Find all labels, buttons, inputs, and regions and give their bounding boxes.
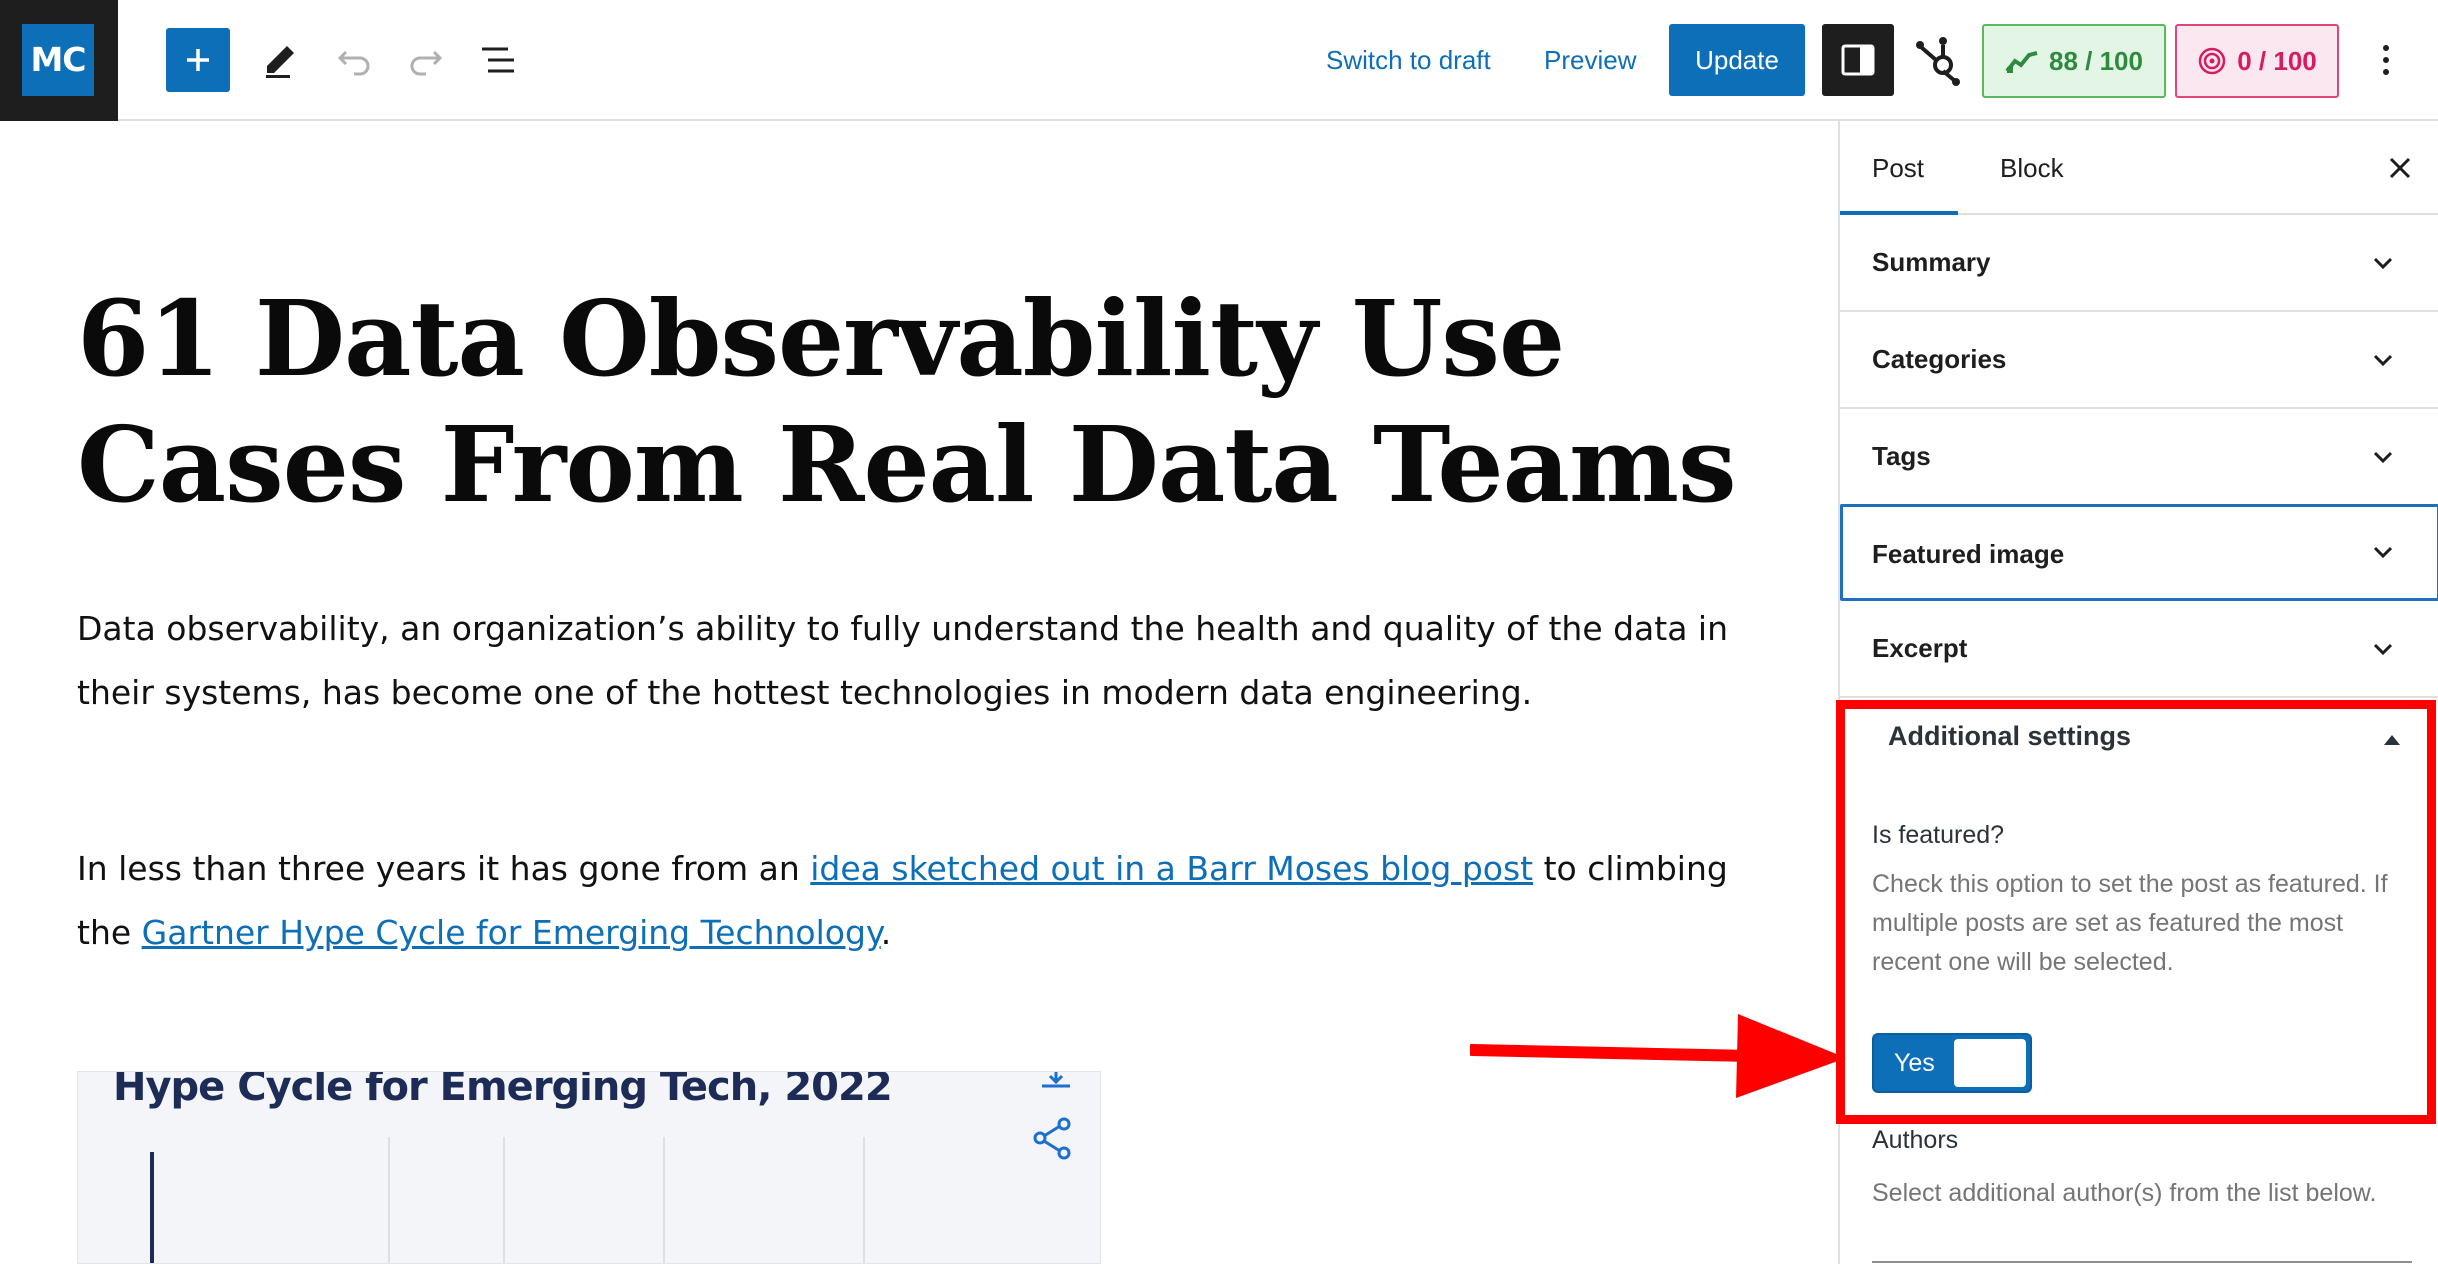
seo-score-value: 88 / 100 <box>2049 45 2143 76</box>
panel-tags[interactable]: Tags <box>1840 409 2438 506</box>
undo-icon <box>337 50 370 76</box>
chevron-down-icon <box>2373 257 2393 270</box>
fingerprint-icon <box>2198 47 2226 75</box>
panel-label: Excerpt <box>1872 633 1968 663</box>
panel-featured-image[interactable]: Featured image <box>1840 504 2438 601</box>
download-icon[interactable] <box>1036 1071 1076 1108</box>
close-sidebar-button[interactable] <box>2380 148 2420 188</box>
list-view-icon <box>482 47 514 73</box>
gridline <box>863 1137 865 1263</box>
logo-text: MC <box>22 24 94 96</box>
site-logo[interactable]: MC <box>0 0 118 121</box>
annotation-arrow-icon <box>1470 1014 1846 1098</box>
gridline <box>663 1137 665 1263</box>
chevron-down-icon <box>2373 546 2393 559</box>
add-block-button[interactable] <box>166 28 230 92</box>
paragraph-block[interactable]: Data observability, an organization’s ab… <box>77 597 1777 725</box>
paragraph-block[interactable]: In less than three years it has gone fro… <box>77 837 1777 965</box>
annotation-highlight-box <box>1836 700 2436 1124</box>
close-icon <box>2389 157 2411 179</box>
plus-icon <box>187 49 209 71</box>
authors-label: Authors <box>1872 1126 1959 1154</box>
panel-label: Featured image <box>1872 539 2065 569</box>
editor-toolbar: MC Switch to draft Preview Update 88 / 1… <box>0 0 2438 121</box>
gridline <box>388 1137 390 1263</box>
sidebar-toggle-icon <box>1841 44 1875 76</box>
paragraph-text: . <box>880 913 892 952</box>
hubspot-icon <box>1916 37 1960 86</box>
tab-post[interactable]: Post <box>1840 121 1958 215</box>
switch-to-draft-button[interactable]: Switch to draft <box>1326 40 1491 80</box>
panel-categories[interactable]: Categories <box>1840 312 2438 409</box>
redo-button[interactable] <box>394 28 458 92</box>
chevron-down-icon <box>2373 643 2393 656</box>
embed-title: Hype Cycle for Emerging Tech, 2022 <box>113 1071 893 1110</box>
tools-button[interactable] <box>248 28 312 92</box>
panel-excerpt[interactable]: Excerpt <box>1840 601 2438 698</box>
redo-icon <box>410 50 443 76</box>
tab-block[interactable]: Block <box>1990 121 2074 215</box>
paragraph-text: In less than three years it has gone fro… <box>77 849 811 888</box>
image-embed[interactable]: Hype Cycle for Emerging Tech, 2022 <box>77 1071 1101 1264</box>
settings-sidebar-button[interactable] <box>1822 24 1894 96</box>
chevron-down-icon <box>2373 354 2393 367</box>
readability-score-value: 0 / 100 <box>2237 45 2317 76</box>
kebab-menu-icon <box>2383 45 2389 51</box>
panel-label: Tags <box>1872 441 1931 471</box>
chart-axis <box>150 1152 154 1263</box>
preview-button[interactable]: Preview <box>1544 40 1636 80</box>
share-icon[interactable] <box>1030 1116 1076 1162</box>
options-menu-button[interactable] <box>2366 30 2406 90</box>
barr-moses-blog-link[interactable]: idea sketched out in a Barr Moses blog p… <box>810 849 1533 888</box>
gridline <box>503 1137 505 1263</box>
hubspot-button[interactable] <box>1906 28 1970 92</box>
panel-label: Categories <box>1872 344 2007 374</box>
seo-chart-icon <box>2005 51 2038 73</box>
pencil-icon <box>266 46 294 78</box>
panel-label: Summary <box>1872 247 1991 277</box>
post-title[interactable]: 61 Data Observability Use Cases From Rea… <box>77 276 1777 528</box>
readability-score-button[interactable]: 0 / 100 <box>2175 24 2339 98</box>
authors-help: Select additional author(s) from the lis… <box>1872 1179 2377 1207</box>
list-view-button[interactable] <box>466 28 530 92</box>
gartner-hype-cycle-link[interactable]: Gartner Hype Cycle for Emerging Technolo… <box>142 913 881 952</box>
undo-button[interactable] <box>322 28 386 92</box>
chevron-down-icon <box>2373 451 2393 464</box>
panel-summary[interactable]: Summary <box>1840 215 2438 312</box>
seo-score-button[interactable]: 88 / 100 <box>1982 24 2166 98</box>
update-button[interactable]: Update <box>1669 24 1805 96</box>
sidebar-tabs: Post Block <box>1840 121 2438 215</box>
